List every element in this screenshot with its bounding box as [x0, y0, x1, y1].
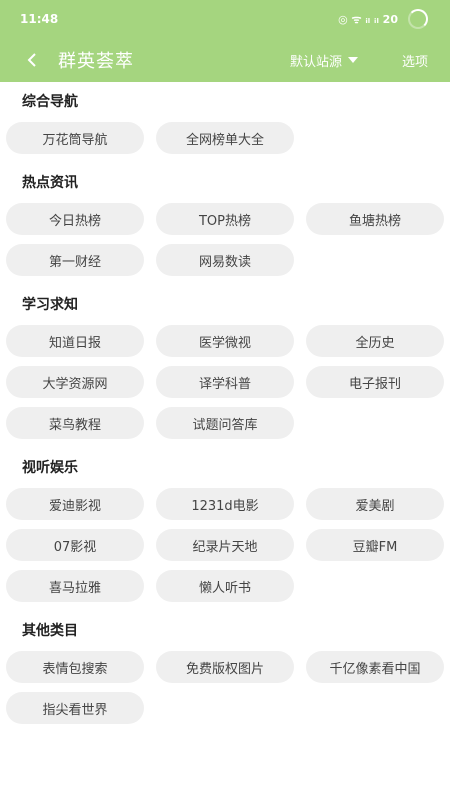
site-chip[interactable]: 喜马拉雅	[6, 570, 144, 602]
status-bar: 11:48 ◎ ᯤ ᵢₗ ᵢₗ 20	[0, 0, 450, 38]
site-chip[interactable]: 免费版权图片	[156, 651, 294, 683]
site-chip[interactable]: 菜鸟教程	[6, 407, 144, 439]
site-chip[interactable]: 纪录片天地	[156, 529, 294, 561]
station-source-label: 默认站源	[289, 54, 342, 70]
site-chip[interactable]: 网易数读	[156, 244, 294, 276]
app-bar: 群英荟萃 默认站源 选项	[0, 38, 450, 82]
site-chip[interactable]: 第一财经	[6, 244, 144, 276]
section-title: 视听娱乐	[22, 460, 78, 476]
site-chip[interactable]: 知道日报	[6, 325, 144, 357]
chip-group: 万花筒导航 全网榜单大全	[6, 122, 444, 163]
site-chip[interactable]: 鱼塘热榜	[306, 203, 444, 235]
site-chip[interactable]: 电子报刊	[306, 366, 444, 398]
section-title: 综合导航	[22, 94, 78, 110]
chip-group: 表情包搜索 免费版权图片 千亿像素看中国指尖看世界	[6, 651, 444, 733]
signal-battery-icon: ◎ ᯤ ᵢₗ ᵢₗ 20	[338, 12, 398, 26]
chip-group: 爱迪影视 1231d电影 爱美剧 07影视 纪录片天地 豆瓣FM 喜马拉雅 懒人听书	[6, 488, 444, 611]
site-chip[interactable]: 千亿像素看中国	[306, 651, 444, 683]
site-chip[interactable]: 表情包搜索	[6, 651, 144, 683]
site-chip[interactable]: 今日热榜	[6, 203, 144, 235]
site-chip[interactable]: 爱迪影视	[6, 488, 144, 520]
chip-group: 今日热榜 TOP热榜 鱼塘热榜第一财经 网易数读	[6, 203, 444, 285]
section-title: 热点资讯	[22, 175, 78, 191]
section-title: 学习求知	[22, 297, 78, 313]
loading-spinner-icon	[408, 9, 428, 29]
chip-group: 知道日报 医学微视 全历史大学资源网 译学科普 电子报刊菜鸟教程 试题问答库	[6, 325, 444, 448]
site-chip[interactable]: 大学资源网	[6, 366, 144, 398]
site-chip[interactable]: 医学微视	[156, 325, 294, 357]
options-button[interactable]: 选项	[402, 51, 428, 70]
site-chip[interactable]: 译学科普	[156, 366, 294, 398]
site-chip[interactable]: TOP热榜	[156, 203, 294, 235]
site-chip[interactable]: 万花筒导航	[6, 122, 144, 154]
section-title: 其他类目	[22, 623, 78, 639]
category-list: 综合导航万花筒导航 全网榜单大全热点资讯今日热榜 TOP热榜 鱼塘热榜第一财经 网易数读…	[0, 82, 450, 733]
header: 11:48 ◎ ᯤ ᵢₗ ᵢₗ 20 群英荟萃 默认站源 选项	[0, 0, 450, 82]
site-chip[interactable]: 1231d电影	[156, 488, 294, 520]
section: 学习求知知道日报 医学微视 全历史大学资源网 译学科普 电子报刊菜鸟教程 试题问答库	[0, 285, 450, 448]
site-chip[interactable]: 豆瓣FM	[306, 529, 444, 561]
station-source-dropdown[interactable]: 默认站源	[290, 51, 358, 70]
site-chip[interactable]: 全网榜单大全	[156, 122, 294, 154]
site-chip[interactable]: 爱美剧	[306, 488, 444, 520]
section: 视听娱乐爱迪影视 1231d电影 爱美剧 07影视 纪录片天地 豆瓣FM 喜马拉雅 懒人听书	[0, 448, 450, 611]
site-chip[interactable]: 07影视	[6, 529, 144, 561]
caret-down-icon	[347, 57, 358, 63]
site-chip[interactable]: 指尖看世界	[6, 692, 144, 724]
status-indicators: ◎ ᯤ ᵢₗ ᵢₗ 20	[338, 9, 428, 29]
site-chip[interactable]: 全历史	[306, 325, 444, 357]
section: 热点资讯今日热榜 TOP热榜 鱼塘热榜第一财经 网易数读	[0, 163, 450, 285]
page-title: 群英荟萃	[58, 51, 134, 72]
site-chip[interactable]: 懒人听书	[156, 570, 294, 602]
section: 其他类目表情包搜索 免费版权图片 千亿像素看中国指尖看世界	[0, 611, 450, 733]
section: 综合导航万花筒导航 全网榜单大全	[0, 82, 450, 163]
site-chip[interactable]: 试题问答库	[156, 407, 294, 439]
status-time: 11:48	[20, 12, 59, 26]
back-arrow-icon[interactable]	[10, 38, 54, 82]
